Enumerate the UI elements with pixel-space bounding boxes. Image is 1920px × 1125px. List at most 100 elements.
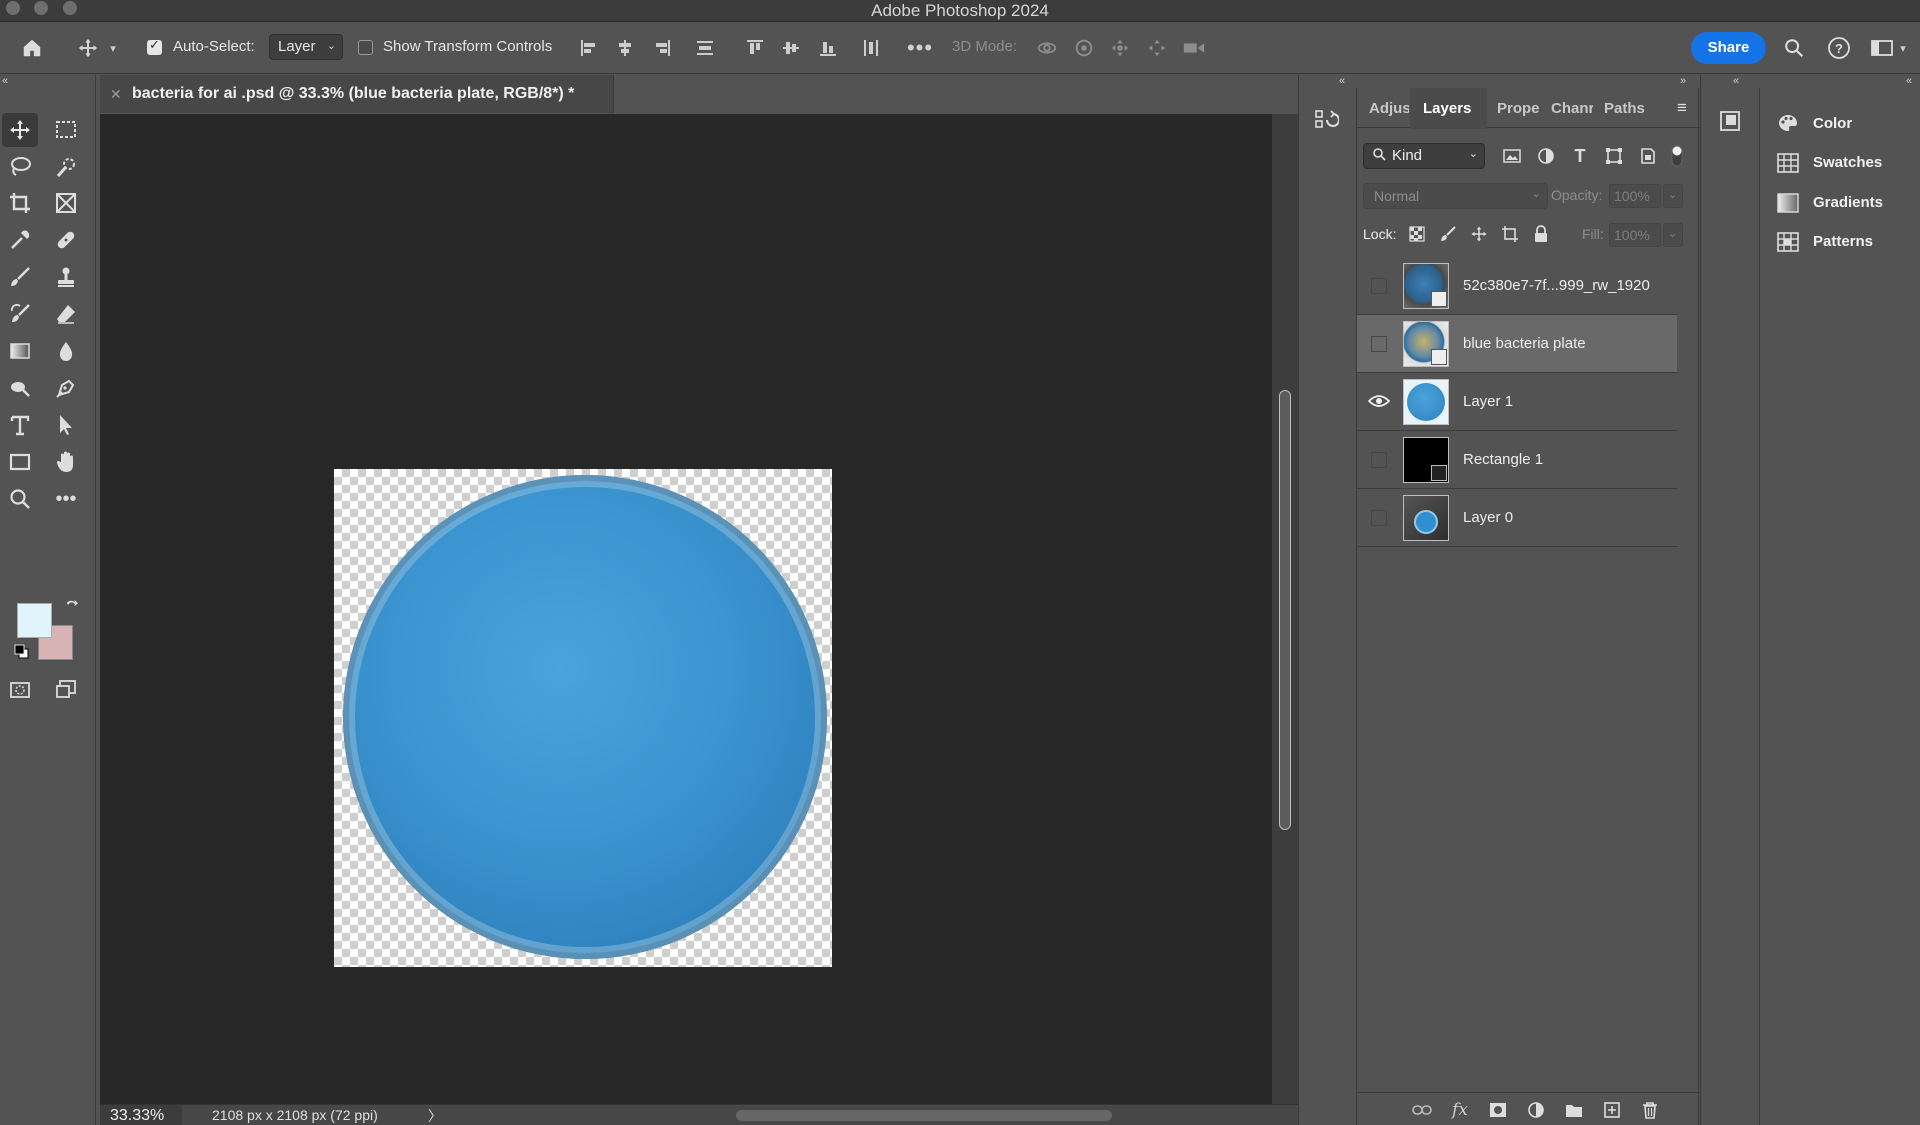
pen-tool-button[interactable]	[48, 371, 84, 405]
tab-properties[interactable]: Prope	[1497, 100, 1539, 117]
expand-panels-icon[interactable]: «	[1339, 75, 1345, 87]
tool-preset-chevron-icon[interactable]: ▾	[106, 34, 120, 62]
add-mask-icon[interactable]	[1487, 1099, 1509, 1121]
filter-type-icon[interactable]: T	[1567, 143, 1593, 169]
distribute-vertical-icon[interactable]	[691, 34, 719, 62]
align-right-icon[interactable]	[648, 34, 676, 62]
filter-adjustment-icon[interactable]	[1533, 143, 1559, 169]
default-colors-icon[interactable]	[10, 641, 34, 663]
vertical-scrollbar[interactable]	[1272, 114, 1298, 1104]
filter-shape-icon[interactable]	[1601, 143, 1627, 169]
swap-colors-icon[interactable]	[58, 595, 86, 617]
foreground-color-swatch[interactable]	[17, 603, 52, 638]
lasso-tool-button[interactable]	[2, 150, 38, 184]
zoom-tool-button[interactable]	[2, 482, 38, 516]
vertical-scrollbar-thumb[interactable]	[1279, 390, 1291, 830]
collapse-right-panel-icon[interactable]: «	[1906, 75, 1912, 87]
tab-paths[interactable]: Paths	[1604, 100, 1645, 117]
brush-tool-button[interactable]	[2, 260, 38, 294]
align-left-icon[interactable]	[575, 34, 603, 62]
layer-visibility-toggle[interactable]	[1371, 452, 1387, 468]
layer-effects-icon[interactable]: fx	[1449, 1099, 1471, 1121]
move-tool-button[interactable]	[2, 113, 38, 147]
status-menu-arrow-icon[interactable]: 〉	[428, 1106, 442, 1125]
eraser-tool-button[interactable]	[48, 297, 84, 331]
hand-tool-button[interactable]	[48, 445, 84, 479]
lock-artboard-icon[interactable]	[1498, 222, 1522, 246]
layer-name[interactable]: Rectangle 1	[1463, 451, 1543, 468]
filter-toggle-icon[interactable]	[1664, 143, 1690, 169]
fill-chevron-icon[interactable]: ⌄	[1663, 223, 1683, 247]
lock-all-icon[interactable]	[1529, 222, 1553, 246]
workspace-icon[interactable]	[1868, 34, 1896, 62]
share-button[interactable]: Share	[1691, 32, 1766, 64]
expand-panels-icon[interactable]: «	[1733, 75, 1739, 87]
align-vertical-center-icon[interactable]	[777, 34, 805, 62]
quick-selection-tool-button[interactable]	[48, 150, 84, 184]
libraries-icon[interactable]	[1718, 109, 1742, 133]
clone-stamp-tool-button[interactable]	[48, 260, 84, 294]
tab-channels[interactable]: Chanr	[1551, 100, 1593, 117]
opacity-field[interactable]: 100%	[1609, 184, 1661, 208]
auto-select-target-dropdown[interactable]: Layer ⌄	[269, 34, 343, 60]
layer-row[interactable]: Rectangle 1	[1357, 431, 1677, 489]
layer-visibility-toggle[interactable]	[1371, 510, 1387, 526]
path-selection-tool-button[interactable]	[48, 408, 84, 442]
gradients-panel-button[interactable]: Gradients	[1776, 189, 1920, 219]
healing-brush-tool-button[interactable]	[48, 223, 84, 257]
rectangle-tool-button[interactable]	[2, 445, 38, 479]
fill-field[interactable]: 100%	[1609, 223, 1661, 247]
layer-row[interactable]: Layer 0	[1357, 489, 1677, 547]
screen-mode-icon[interactable]	[48, 673, 84, 707]
opacity-chevron-icon[interactable]: ⌄	[1663, 184, 1683, 208]
new-group-icon[interactable]	[1563, 1099, 1585, 1121]
panel-menu-icon[interactable]: ≡	[1677, 98, 1687, 118]
type-tool-button[interactable]	[2, 408, 38, 442]
more-options-icon[interactable]: •••	[906, 34, 934, 62]
layer-visibility-toggle[interactable]	[1371, 278, 1387, 294]
layer-filter-kind-dropdown[interactable]: Kind ⌄	[1363, 143, 1485, 169]
show-transform-controls-checkbox[interactable]	[358, 40, 373, 55]
marquee-tool-button[interactable]	[48, 113, 84, 147]
canvas-area[interactable]	[100, 114, 1272, 1104]
patterns-panel-button[interactable]: Patterns	[1776, 228, 1920, 258]
lock-transparent-pixels-icon[interactable]	[1405, 222, 1429, 246]
align-top-icon[interactable]	[741, 34, 769, 62]
filter-smart-object-icon[interactable]	[1635, 143, 1661, 169]
move-tool-icon[interactable]	[74, 34, 102, 62]
swatches-panel-button[interactable]: Swatches	[1776, 149, 1920, 179]
layer-row[interactable]: blue bacteria plate	[1357, 315, 1677, 373]
document-canvas[interactable]	[334, 469, 832, 967]
document-tab[interactable]: ✕ bacteria for ai .psd @ 33.3% (blue bac…	[100, 75, 614, 113]
zoom-level-field[interactable]: 33.33%	[100, 1105, 182, 1125]
history-brush-tool-button[interactable]	[2, 297, 38, 331]
layer-name[interactable]: blue bacteria plate	[1463, 335, 1586, 352]
quick-mask-icon[interactable]	[2, 673, 38, 707]
lock-position-icon[interactable]	[1467, 222, 1491, 246]
layer-name[interactable]: 52c380e7-7f...999_rw_1920	[1463, 277, 1650, 294]
blend-mode-dropdown[interactable]: Normal ⌄	[1363, 183, 1548, 209]
layer-name[interactable]: Layer 1	[1463, 393, 1513, 410]
filter-pixel-icon[interactable]	[1499, 143, 1525, 169]
layer-name[interactable]: Layer 0	[1463, 509, 1513, 526]
distribute-horizontal-icon[interactable]	[857, 34, 885, 62]
link-layers-icon[interactable]	[1411, 1099, 1433, 1121]
new-layer-icon[interactable]	[1601, 1099, 1623, 1121]
history-icon[interactable]	[1313, 107, 1340, 133]
align-horizontal-center-icon[interactable]	[611, 34, 639, 62]
blur-tool-button[interactable]	[48, 334, 84, 368]
collapse-layers-panel-icon[interactable]: »	[1680, 75, 1686, 87]
horizontal-scrollbar-thumb[interactable]	[736, 1110, 1112, 1121]
layer-row[interactable]: 52c380e7-7f...999_rw_1920	[1357, 257, 1677, 315]
tab-adjustments[interactable]: Adjus	[1369, 100, 1409, 117]
close-document-icon[interactable]: ✕	[110, 75, 122, 113]
edit-toolbar-icon[interactable]: •••	[48, 482, 84, 516]
help-icon[interactable]: ?	[1825, 34, 1853, 62]
delete-layer-icon[interactable]	[1639, 1099, 1661, 1121]
auto-select-checkbox[interactable]	[147, 37, 162, 55]
crop-tool-button[interactable]	[2, 186, 38, 220]
dodge-tool-button[interactable]	[2, 371, 38, 405]
layer-row[interactable]: Layer 1	[1357, 373, 1677, 431]
layer-visibility-toggle[interactable]	[1371, 336, 1387, 352]
eye-icon[interactable]	[1367, 393, 1391, 409]
